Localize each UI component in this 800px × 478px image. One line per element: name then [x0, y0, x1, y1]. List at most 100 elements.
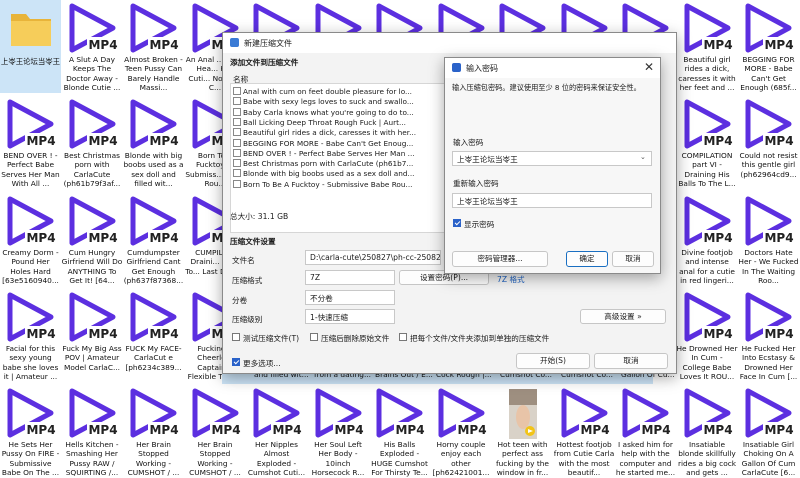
svg-text:MP4: MP4: [26, 134, 55, 148]
svg-text:MP4: MP4: [88, 327, 117, 341]
file-list-row[interactable]: Anal with cum on feet double pleasure fo…: [233, 87, 476, 97]
video-file-item[interactable]: MP4 BEGGING FOR MORE - Babe Can't Get Eno…: [738, 0, 799, 93]
video-file-item[interactable]: MP4 He Drowned Her In Cum - College Babe …: [677, 289, 738, 382]
mp4-play-icon: MP4: [743, 98, 795, 150]
file-list-row[interactable]: Ball Licking Deep Throat Rough Fuck | Au…: [233, 117, 476, 128]
file-name-label: Insatiable Girl Choking On A Gallon Of C…: [741, 440, 796, 478]
video-file-item[interactable]: MP4 Hells Kitchen - Smashing Her Pussy RA…: [62, 385, 123, 478]
file-icon: [233, 107, 241, 116]
file-list-row[interactable]: BEND OVER ! - Perfect Babe Serves Her Ma…: [233, 148, 476, 159]
mp4-play-icon: MP4: [743, 2, 795, 54]
video-file-item[interactable]: MP4 Horny couple enjoy each other [ph6242…: [431, 385, 492, 478]
password-dialog-titlebar[interactable]: 输入密码 ✕: [445, 58, 660, 78]
video-file-item[interactable]: MP4 COMPILATION part VI - Draining His Ba…: [677, 96, 738, 189]
mp4-play-icon: MP4: [128, 387, 180, 439]
video-file-item[interactable]: MP4 I asked him for help with the compute…: [615, 385, 676, 478]
mp4-play-icon: MP4: [559, 387, 611, 439]
archive-dialog-titlebar[interactable]: 新建压缩文件: [223, 33, 676, 53]
file-list-name: Blonde with big boobs used as a sex doll…: [243, 169, 415, 179]
svg-text:MP4: MP4: [764, 38, 793, 52]
split-select[interactable]: 不分卷: [305, 290, 395, 305]
video-file-item[interactable]: MP4 Insatiable Girl Choking On A Gallon O…: [738, 385, 799, 478]
mp4-play-icon: MP4: [67, 291, 119, 343]
filename-input[interactable]: D:\carla-cute\250827\ph-cc-250827.7z: [305, 250, 441, 265]
file-list-name: Babe with sexy legs loves to suck and sw…: [243, 97, 414, 107]
video-file-item[interactable]: MP4 Creamy Dorm - Pound Her Holes Hard [6…: [0, 193, 61, 286]
video-file-item[interactable]: MP4 He Sets Her Pussy On FIRE - Submissiv…: [0, 385, 61, 478]
file-name-label: Beautiful girl rides a dick, caresses it…: [678, 55, 736, 93]
video-file-item[interactable]: MP4 FUCK My FACE-CarlaCut e [ph6234c389..…: [123, 289, 184, 382]
test-archive-checkbox[interactable]: [232, 333, 240, 341]
mp4-play-icon: MP4: [5, 291, 57, 343]
add-files-heading: 添加文件到压缩文件: [230, 58, 299, 67]
mp4-play-icon: MP4: [5, 98, 57, 150]
file-list-row[interactable]: Best Christmas porn with CarlaCute (ph61…: [233, 159, 476, 169]
file-icon: [233, 148, 241, 157]
video-file-item[interactable]: MP4 Beautiful girl rides a dick, caresses…: [677, 0, 738, 93]
video-file-item[interactable]: MP4 Her Brain Stopped Working - CUMSHOT /…: [123, 385, 184, 478]
file-name-label: Cum Hungry Girfriend Will Do ANYTHING To…: [61, 248, 123, 286]
file-name-label: I asked him for help with the computer a…: [615, 440, 676, 478]
file-list-row[interactable]: BEGGING FOR MORE - Babe Can't Get Enoug.…: [233, 138, 476, 149]
archive-cancel-button[interactable]: 取消: [594, 353, 668, 369]
mp4-play-icon: MP4: [743, 291, 795, 343]
separate-archives-checkbox[interactable]: [399, 333, 407, 341]
password-cancel-button[interactable]: 取消: [612, 251, 654, 267]
video-file-item[interactable]: MP4 Facial for this sexy young babe she l…: [0, 289, 61, 382]
mp4-play-icon: MP4: [128, 2, 180, 54]
password-manager-button[interactable]: 密码管理器...: [452, 251, 548, 267]
file-name-label: He Fucked Her Into Ecstasy & Drowned Her…: [739, 344, 798, 382]
folder-item[interactable]: 上岺王论坛当岺王: [0, 0, 61, 93]
video-file-item[interactable]: MP4 Divine footjob and intense anal for a…: [677, 193, 738, 286]
7z-format-link[interactable]: 7Z 格式: [497, 274, 525, 285]
video-file-item[interactable]: MP4 He Fucked Her Into Ecstasy & Drowned …: [738, 289, 799, 382]
close-icon[interactable]: ✕: [644, 60, 654, 74]
video-file-item[interactable]: MP4 Almost Broken - Teen Pussy Can Barely…: [123, 0, 184, 93]
file-name-label: BEND OVER ! - Perfect Babe Serves Her Ma…: [1, 151, 60, 189]
file-name-label: Cumdumpster Girlfriend Cant Get Enough (…: [123, 248, 184, 286]
video-file-item[interactable]: MP4 Cum Hungry Girfriend Will Do ANYTHING…: [62, 193, 123, 286]
video-file-item[interactable]: MP4 Doctors Hate Her - We Fucked In The W…: [738, 193, 799, 286]
format-select[interactable]: 7Z: [305, 270, 395, 285]
svg-text:MP4: MP4: [149, 423, 178, 437]
delete-after-checkbox[interactable]: [310, 333, 318, 341]
video-file-item[interactable]: MP4 Hottest footjob from Cutie Carla with…: [554, 385, 615, 478]
start-button[interactable]: 开始(S): [516, 353, 590, 369]
confirm-password-input[interactable]: 上岺王论坛当岺王: [452, 193, 652, 208]
video-file-item[interactable]: Hot teen with perfect ass fucking by the…: [492, 385, 553, 478]
mp4-play-icon: MP4: [128, 195, 180, 247]
mp4-play-icon: MP4: [743, 195, 795, 247]
level-select[interactable]: 1-快速压缩: [305, 309, 395, 324]
advanced-settings-button[interactable]: 高级设置 »: [580, 309, 666, 324]
show-password-checkbox[interactable]: [453, 219, 461, 227]
video-file-item[interactable]: MP4 His Balls Exploded - HUGE Cumshot For…: [369, 385, 430, 478]
svg-text:MP4: MP4: [149, 38, 178, 52]
svg-text:MP4: MP4: [764, 134, 793, 148]
file-list-row[interactable]: Born To Be A Fucktoy - Submissive Babe R…: [233, 179, 476, 190]
chevron-down-icon[interactable]: ⌄: [640, 153, 646, 161]
video-file-item[interactable]: MP4 Blonde with big boobs used as a sex d…: [123, 96, 184, 189]
test-archive-label: 测试压缩文件(T): [243, 334, 300, 343]
mp4-play-icon: MP4: [682, 2, 734, 54]
password-input[interactable]: 上岺王论坛当岺王: [452, 151, 652, 166]
more-options-checkbox[interactable]: [232, 358, 240, 366]
video-file-item[interactable]: MP4 Could not resist this gentle girl (ph…: [738, 96, 799, 189]
mp4-play-icon: MP4: [374, 387, 426, 439]
file-list-row[interactable]: Beautiful girl rides a dick, caresses it…: [233, 128, 476, 138]
video-file-item[interactable]: MP4 Her Nipples Almost Exploded - Cumshot…: [246, 385, 307, 478]
svg-text:MP4: MP4: [88, 134, 117, 148]
video-file-item[interactable]: MP4 Fuck My Big Ass POV | Amateur Model C…: [62, 289, 123, 382]
video-file-item[interactable]: MP4 Best Christmas porn with CarlaCute (p…: [62, 96, 123, 189]
video-file-item[interactable]: MP4 Her Brain Stopped Working - CUMSHOT /…: [185, 385, 246, 478]
more-options-label[interactable]: 更多选项...: [243, 358, 281, 369]
video-file-item[interactable]: MP4 BEND OVER ! - Perfect Babe Serves Her…: [0, 96, 61, 189]
video-file-item[interactable]: MP4 A Slut A Day Keeps The Doctor Away - …: [62, 0, 123, 93]
video-file-item[interactable]: MP4 Cumdumpster Girlfriend Cant Get Enoug…: [123, 193, 184, 286]
file-list-row[interactable]: Babe with sexy legs loves to suck and sw…: [233, 97, 476, 107]
file-list-row[interactable]: Blonde with big boobs used as a sex doll…: [233, 169, 476, 179]
video-file-item[interactable]: MP4 Insatiable blonde skillfully rides a …: [677, 385, 738, 478]
file-name-label: FUCK My FACE-CarlaCut e [ph6234c389...: [125, 344, 182, 372]
file-list-row[interactable]: Baby Carla knows what you're going to do…: [233, 107, 476, 118]
ok-button[interactable]: 确定: [566, 251, 608, 267]
video-file-item[interactable]: MP4 Her Soul Left Her Body - 10inch Horse…: [308, 385, 369, 478]
